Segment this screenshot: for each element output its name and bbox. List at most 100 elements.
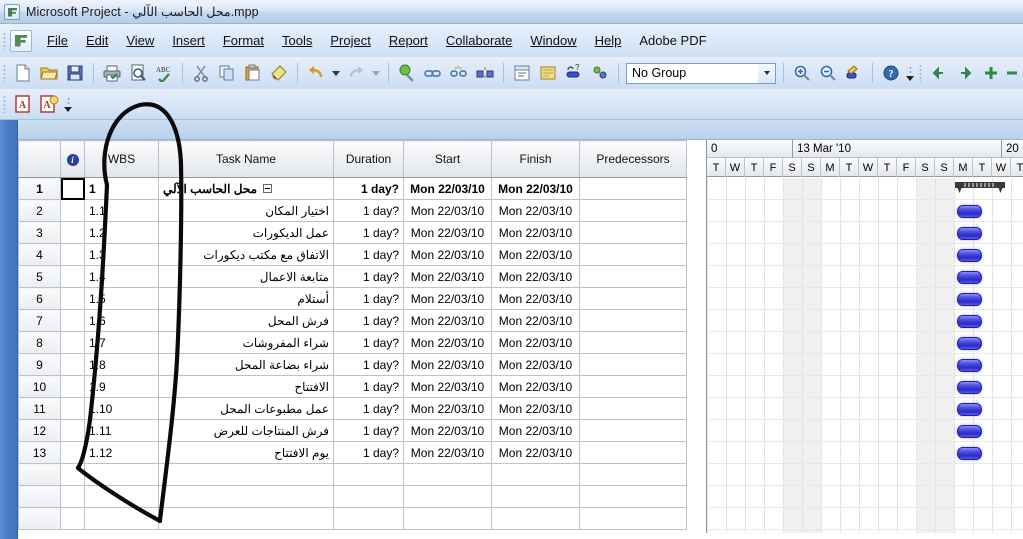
project-menu-icon[interactable] <box>10 29 32 52</box>
task-name-cell[interactable]: عمل الديكورات <box>158 221 334 244</box>
duration-cell[interactable]: 1 day? <box>333 287 404 310</box>
gantt-task-bar[interactable] <box>957 205 982 218</box>
predecessors-cell[interactable] <box>579 419 687 442</box>
chevron-down-icon[interactable] <box>758 63 775 83</box>
wbs-cell[interactable]: 1 <box>84 177 159 200</box>
task-notes-icon[interactable] <box>536 61 560 85</box>
column-header-indicators[interactable]: i <box>60 140 85 178</box>
menu-item-project[interactable]: Project <box>321 30 379 51</box>
adobe-pdf-convert-icon[interactable]: A <box>11 92 35 116</box>
duration-cell[interactable]: 1 day? <box>333 221 404 244</box>
column-header-wbs[interactable]: WBS <box>84 140 159 178</box>
copy-icon[interactable] <box>215 61 239 85</box>
print-preview-icon[interactable] <box>126 61 150 85</box>
predecessors-cell[interactable] <box>579 353 687 376</box>
print-icon[interactable] <box>100 61 124 85</box>
cut-scissors-icon[interactable] <box>189 61 213 85</box>
duration-cell[interactable]: 1 day? <box>333 265 404 288</box>
gantt-task-bar[interactable] <box>957 315 982 328</box>
column-header-rownum[interactable] <box>18 140 61 178</box>
zoom-out-icon[interactable] <box>816 61 840 85</box>
row-number-cell[interactable]: 7 <box>18 309 61 332</box>
column-header-duration[interactable]: Duration <box>333 140 404 178</box>
adobe-pdf-comments-icon[interactable]: A <box>37 92 61 116</box>
start-cell[interactable]: Mon 22/03/10 <box>403 331 492 354</box>
menu-item-tools[interactable]: Tools <box>273 30 321 51</box>
wbs-cell[interactable]: 1.9 <box>84 375 159 398</box>
wbs-cell[interactable]: 1.10 <box>84 397 159 420</box>
empty-row[interactable] <box>18 463 687 486</box>
finish-cell[interactable]: Mon 22/03/10 <box>491 287 580 310</box>
finish-cell[interactable]: Mon 22/03/10 <box>491 309 580 332</box>
redo-icon[interactable] <box>344 61 368 85</box>
wbs-cell[interactable]: 1.11 <box>84 419 159 442</box>
row-number-cell[interactable]: 8 <box>18 331 61 354</box>
menu-grip-handle[interactable] <box>3 31 6 50</box>
indicator-cell[interactable] <box>60 199 85 222</box>
wbs-cell[interactable]: 1.4 <box>84 265 159 288</box>
redo-dropdown-icon[interactable] <box>370 61 382 85</box>
row-number-cell[interactable]: 9 <box>18 353 61 376</box>
finish-cell[interactable]: Mon 22/03/10 <box>491 375 580 398</box>
row-number-cell[interactable]: 11 <box>18 397 61 420</box>
empty-cell[interactable] <box>491 485 580 508</box>
start-cell[interactable]: Mon 22/03/10 <box>403 287 492 310</box>
save-icon[interactable] <box>63 61 87 85</box>
wbs-cell[interactable]: 1.6 <box>84 309 159 332</box>
menu-item-collaborate[interactable]: Collaborate <box>437 30 522 51</box>
menu-item-report[interactable]: Report <box>380 30 437 51</box>
empty-cell[interactable] <box>18 463 61 486</box>
finish-cell[interactable]: Mon 22/03/10 <box>491 221 580 244</box>
empty-cell[interactable] <box>491 507 580 530</box>
task-name-cell[interactable]: عمل مطبوعات المحل <box>158 397 334 420</box>
task-name-cell[interactable]: الافتتاح <box>158 375 334 398</box>
table-row[interactable]: 5 1.4 متابعة الاعمال 1 day? Mon 22/03/10 Mon … <box>18 265 687 288</box>
gantt-task-bar[interactable] <box>957 403 982 416</box>
format-painter-icon[interactable] <box>267 61 291 85</box>
predecessors-cell[interactable] <box>579 397 687 420</box>
predecessors-cell[interactable] <box>579 221 687 244</box>
duration-cell[interactable]: 1 day? <box>333 375 404 398</box>
empty-cell[interactable] <box>18 485 61 508</box>
table-row[interactable]: 6 1.5 أستلام 1 day? Mon 22/03/10 Mon 22/03/10 <box>18 287 687 310</box>
gantt-task-bar[interactable] <box>957 293 982 306</box>
table-row[interactable]: 3 1.2 عمل الديكورات 1 day? Mon 22/03/10 Mon 2… <box>18 221 687 244</box>
gantt-task-bar[interactable] <box>957 271 982 284</box>
gantt-task-bar[interactable] <box>957 447 982 460</box>
gantt-task-bar[interactable] <box>957 337 982 350</box>
gantt-task-bar[interactable] <box>957 425 982 438</box>
zoom-in-icon[interactable] <box>790 61 814 85</box>
task-name-cell[interactable]: متابعة الاعمال <box>158 265 334 288</box>
gantt-summary-bar[interactable] <box>955 182 1005 193</box>
indicator-cell[interactable] <box>60 397 85 420</box>
menu-item-help[interactable]: Help <box>586 30 631 51</box>
pdf-toolbar-overflow-button[interactable] <box>62 93 74 115</box>
finish-cell[interactable]: Mon 22/03/10 <box>491 177 580 200</box>
indicator-cell[interactable] <box>60 287 85 310</box>
wbs-cell[interactable]: 1.7 <box>84 331 159 354</box>
predecessors-cell[interactable] <box>579 375 687 398</box>
duration-cell[interactable]: 1 day? <box>333 419 404 442</box>
indicator-cell[interactable] <box>60 243 85 266</box>
column-header-finish[interactable]: Finish <box>491 140 580 178</box>
indicator-cell[interactable] <box>60 177 85 200</box>
indicator-cell[interactable] <box>60 221 85 244</box>
empty-cell[interactable] <box>403 463 492 486</box>
empty-cell[interactable] <box>60 507 85 530</box>
column-header-predecessors[interactable]: Predecessors <box>579 140 687 178</box>
start-cell[interactable]: Mon 22/03/10 <box>403 221 492 244</box>
link-tasks-icon[interactable] <box>421 61 445 85</box>
duration-cell[interactable]: 1 day? <box>333 441 404 464</box>
predecessors-cell[interactable] <box>579 441 687 464</box>
wbs-cell[interactable]: 1.12 <box>84 441 159 464</box>
paste-icon[interactable] <box>241 61 265 85</box>
help-icon[interactable]: ? <box>879 61 903 85</box>
menu-item-format[interactable]: Format <box>214 30 273 51</box>
toolbar-grip-handle[interactable] <box>3 64 6 82</box>
table-row[interactable]: 4 1.3 الاتفاق مع مكتب ديكورات 1 day? Mon 22/… <box>18 243 687 266</box>
indicator-cell[interactable] <box>60 331 85 354</box>
empty-cell[interactable] <box>158 463 334 486</box>
empty-cell[interactable] <box>158 485 334 508</box>
indicator-cell[interactable] <box>60 375 85 398</box>
gantt-task-bar[interactable] <box>957 249 982 262</box>
